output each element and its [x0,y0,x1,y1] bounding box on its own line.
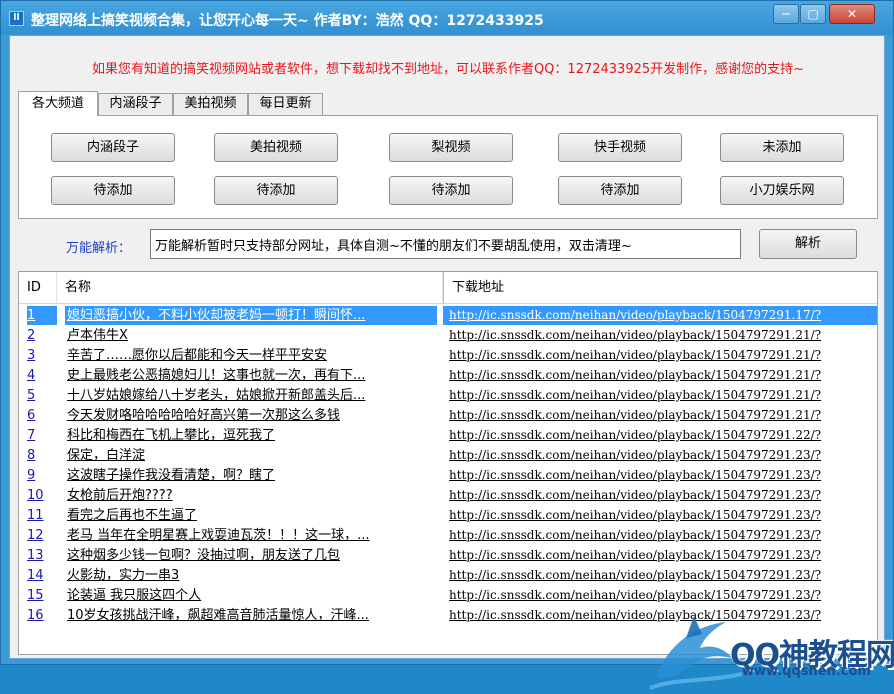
table-row[interactable]: 11 看完之后再也不生逼了 http://ic.snssdk.com/neihan/… [19,505,877,525]
watermark-logo: QQ神教程网 www.qqshen.com [646,608,894,694]
row-name: 这种烟多少钱一包啊？没抽过啊，朋友送了几包 [67,548,341,563]
table-row[interactable]: 12 老马 当年在全明星赛上戏耍迪瓦茨！！！这一球，... http://ic.sn… [19,525,877,545]
channel-button-pending-4[interactable]: 待添加 [558,176,682,205]
row-id: 15 [27,588,44,603]
row-download-url: http://ic.snssdk.com/neihan/video/playba… [449,428,822,442]
row-id: 4 [27,368,36,383]
row-download-url: http://ic.snssdk.com/neihan/video/playba… [449,368,822,382]
row-name: 论装逼 我只服这四个人 [67,588,202,603]
row-id: 6 [27,408,36,423]
tab-channels[interactable]: 各大频道 [18,91,98,116]
table-row[interactable]: 3 辛苦了……愿你以后都能和今天一样平平安安 http://ic.snssdk.co… [19,345,877,365]
row-download-url: http://ic.snssdk.com/neihan/video/playba… [443,306,877,325]
row-download-url: http://ic.snssdk.com/neihan/video/playba… [449,348,822,362]
row-id: 10 [27,488,44,503]
row-id: 16 [27,608,44,623]
tab-daily[interactable]: 每日更新 [248,93,323,115]
client-area: 如果您有知道的搞笑视频网站或者软件，想下载却找不到地址，可以联系作者QQ：127… [9,35,894,690]
row-name: 科比和梅西在飞机上攀比，逗死我了 [67,428,276,443]
row-id: 5 [27,388,36,403]
row-download-url: http://ic.snssdk.com/neihan/video/playba… [449,448,822,462]
row-name: 10岁女孩挑战汗峰，飙超难高音肺活量惊人，汗峰... [67,608,369,623]
table-row[interactable]: 1 媳妇恶搞小伙，不料小伙却被老妈一顿打！瞬间怀... http://ic.snss… [19,305,877,325]
row-name: 火影劫，实力一串3 [67,568,180,583]
row-name: 老马 当年在全明星赛上戏耍迪瓦茨！！！这一球，... [67,528,370,543]
channel-button-pending-3[interactable]: 待添加 [389,176,513,205]
table-row[interactable]: 9 这波瞎子操作我没看清楚，啊？瞎了 http://ic.snssdk.com/ne… [19,465,877,485]
channel-button-neihan[interactable]: 内涵段子 [51,133,175,162]
app-icon: ll [9,11,24,26]
minimize-button[interactable]: ─ [773,4,799,24]
row-id: 11 [27,508,44,523]
row-download-url: http://ic.snssdk.com/neihan/video/playba… [449,568,822,582]
close-button[interactable]: ✕ [829,4,875,24]
channel-button-pending-2[interactable]: 待添加 [214,176,338,205]
row-download-url: http://ic.snssdk.com/neihan/video/playba… [449,408,822,422]
row-id: 13 [27,548,44,563]
channels-panel: 内涵段子 美拍视频 梨视频 快手视频 未添加 待添加 待添加 待添加 待添加 小… [18,115,878,219]
title-bar[interactable]: ll 整理网络上搞笑视频合集，让您开心每一天~ 作者BY：浩然 QQ：12724… [1,1,893,35]
row-name: 保定，白洋淀 [67,448,146,463]
parse-label: 万能解析： [66,241,132,256]
row-name: 今天发财咯哈哈哈哈哈好高兴第一次那这么多钱 [67,408,341,423]
maximize-button[interactable]: ▢ [800,4,826,24]
row-id: 14 [27,568,44,583]
channel-button-kuaishou[interactable]: 快手视频 [558,133,682,162]
channel-button-pending-1[interactable]: 待添加 [51,176,175,205]
row-download-url: http://ic.snssdk.com/neihan/video/playba… [449,508,822,522]
tab-meipai[interactable]: 美拍视频 [173,93,248,115]
row-id: 8 [27,448,36,463]
parse-button[interactable]: 解析 [759,229,857,259]
watermark-url: www.qqshen.com [742,664,871,679]
row-name: 史上最贱老公恶搞媳妇儿！这事也就一次，再有下... [67,368,366,383]
row-id: 3 [27,348,36,363]
row-name: 看完之后再也不生逼了 [67,508,198,523]
table-row[interactable]: 14 火影劫，实力一串3 http://ic.snssdk.com/neihan/v… [19,565,877,585]
row-id: 2 [27,328,36,343]
contact-notice: 如果您有知道的搞笑视频网站或者软件，想下载却找不到地址，可以联系作者QQ：127… [91,62,805,77]
channel-button-xiaodao[interactable]: 小刀娱乐网 [720,176,844,205]
row-id: 7 [27,428,36,443]
row-name: 女枪前后开炮???? [67,488,173,503]
table-row[interactable]: 5 十八岁姑娘嫁给八十岁老头，姑娘掀开新郎盖头后... http://ic.snss… [19,385,877,405]
table-row[interactable]: 7 科比和梅西在飞机上攀比，逗死我了 http://ic.snssdk.com/ne… [19,425,877,445]
table-header: ID 名称 下载地址 [19,272,877,304]
window-title: 整理网络上搞笑视频合集，让您开心每一天~ 作者BY：浩然 QQ：12724339… [31,13,544,29]
app-window: ll 整理网络上搞笑视频合集，让您开心每一天~ 作者BY：浩然 QQ：12724… [0,0,894,690]
tab-neihan[interactable]: 内涵段子 [98,93,173,115]
table-row[interactable]: 6 今天发财咯哈哈哈哈哈好高兴第一次那这么多钱 http://ic.snssdk.c… [19,405,877,425]
column-header-url[interactable]: 下载地址 [443,272,877,304]
row-download-url: http://ic.snssdk.com/neihan/video/playba… [449,588,822,602]
table-row[interactable]: 15 论装逼 我只服这四个人 http://ic.snssdk.com/neihan… [19,585,877,605]
table-row[interactable]: 2 卢本伟牛X http://ic.snssdk.com/neihan/video/… [19,325,877,345]
row-id: 9 [27,468,36,483]
row-name: 卢本伟牛X [67,328,128,343]
table-row[interactable]: 8 保定，白洋淀 http://ic.snssdk.com/neihan/video… [19,445,877,465]
row-name: 辛苦了……愿你以后都能和今天一样平平安安 [67,348,328,363]
column-header-id[interactable]: ID [19,272,57,304]
row-download-url: http://ic.snssdk.com/neihan/video/playba… [449,548,822,562]
channel-button-unadded[interactable]: 未添加 [720,133,844,162]
channel-button-meipai[interactable]: 美拍视频 [214,133,338,162]
parse-url-input[interactable]: 万能解析暂时只支持部分网址，具体自测~不懂的朋友们不要胡乱使用，双击清理~ [150,229,741,259]
row-download-url: http://ic.snssdk.com/neihan/video/playba… [449,528,822,542]
row-name: 这波瞎子操作我没看清楚，啊？瞎了 [67,468,276,483]
table-row[interactable]: 4 史上最贱老公恶搞媳妇儿！这事也就一次，再有下... http://ic.snss… [19,365,877,385]
table-row[interactable]: 10 女枪前后开炮???? http://ic.snssdk.com/neihan/… [19,485,877,505]
row-name: 十八岁姑娘嫁给八十岁老头，姑娘掀开新郎盖头后... [67,388,366,403]
table-row[interactable]: 13 这种烟多少钱一包啊？没抽过啊，朋友送了几包 http://ic.snssdk.… [19,545,877,565]
row-id: 12 [27,528,44,543]
row-name: 媳妇恶搞小伙，不料小伙却被老妈一顿打！瞬间怀... [65,306,437,325]
channel-button-pear[interactable]: 梨视频 [389,133,513,162]
row-download-url: http://ic.snssdk.com/neihan/video/playba… [449,488,822,502]
row-id: 1 [27,306,57,325]
row-download-url: http://ic.snssdk.com/neihan/video/playba… [449,328,822,342]
row-download-url: http://ic.snssdk.com/neihan/video/playba… [449,388,822,402]
row-download-url: http://ic.snssdk.com/neihan/video/playba… [449,468,822,482]
video-list-table[interactable]: ID 名称 下载地址 1 媳妇恶搞小伙，不料小伙却被老妈一顿打！瞬间怀... htt… [18,271,878,655]
column-header-name[interactable]: 名称 [57,272,443,304]
